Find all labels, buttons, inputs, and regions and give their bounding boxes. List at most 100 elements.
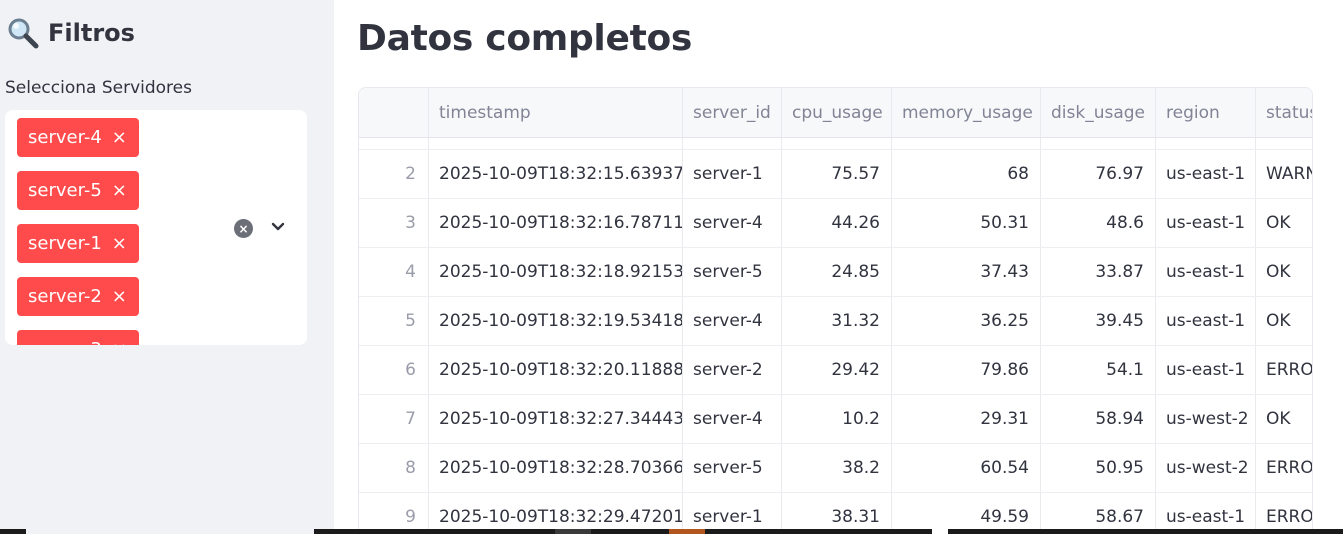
table-cell[interactable]: us-east-1 [1156, 493, 1256, 534]
table-cell[interactable]: 79.86 [892, 346, 1041, 394]
table-cell[interactable]: 29.31 [892, 395, 1041, 443]
table-row[interactable]: 3 2025-10-09T18:32:16.787117 server-4 44.26… [359, 199, 1312, 248]
table-cell[interactable]: server-5 [683, 248, 782, 296]
taskbar-strip [0, 529, 1343, 534]
table-cell[interactable]: server-1 [683, 493, 782, 534]
server-chip[interactable]: server-4 × [17, 118, 139, 157]
table-cell[interactable]: us-east-1 [1156, 199, 1256, 247]
table-cell[interactable]: 33.87 [1041, 248, 1156, 296]
data-table[interactable]: timestamp server_id cpu_usage memory_usage d… [358, 87, 1313, 534]
table-cell[interactable]: 39.45 [1041, 297, 1156, 345]
column-header-timestamp[interactable]: timestamp [429, 88, 683, 137]
table-cell[interactable]: 10.2 [782, 395, 892, 443]
column-header-region[interactable]: region [1156, 88, 1256, 137]
table-cell[interactable]: ERROR [1256, 493, 1312, 534]
table-cell[interactable]: 68 [892, 150, 1041, 198]
server-chip[interactable]: server-1 × [17, 224, 139, 263]
table-cell[interactable]: 29.42 [782, 346, 892, 394]
table-cell[interactable]: us-east-1 [1156, 248, 1256, 296]
table-cell[interactable]: 48.6 [1041, 199, 1156, 247]
table-cell[interactable]: 2025-10-09T18:32:20.118882 [429, 346, 683, 394]
table-cell[interactable]: server-4 [683, 297, 782, 345]
table-cell[interactable]: us-west-2 [1156, 395, 1256, 443]
table-cell[interactable]: 36.25 [892, 297, 1041, 345]
column-header-cpu-usage[interactable]: cpu_usage [782, 88, 892, 137]
table-cell[interactable]: 76.97 [1041, 150, 1156, 198]
server-chip-label: server-5 [28, 180, 102, 201]
column-header-status[interactable]: status [1256, 88, 1312, 137]
table-cell[interactable]: 44.26 [782, 199, 892, 247]
table-cell[interactable]: us-east-1 [1156, 346, 1256, 394]
table-cell[interactable]: 37.43 [892, 248, 1041, 296]
remove-chip-icon[interactable]: × [112, 340, 127, 345]
table-row[interactable]: 7 2025-10-09T18:32:27.344436 server-4 10.2 2… [359, 395, 1312, 444]
table-cell[interactable]: 5 [359, 297, 429, 345]
table-row[interactable]: 5 2025-10-09T18:32:19.534184 server-4 31.32… [359, 297, 1312, 346]
column-header-server-id[interactable]: server_id [683, 88, 782, 137]
table-cell[interactable]: 38.2 [782, 444, 892, 492]
table-cell[interactable]: 7 [359, 395, 429, 443]
table-row[interactable]: 9 2025-10-09T18:32:29.472018 server-1 38.31… [359, 493, 1312, 534]
table-cell[interactable]: OK [1256, 248, 1312, 296]
table-cell[interactable]: OK [1256, 297, 1312, 345]
sidebar: Filtros Selecciona Servidores server-4 × s… [0, 0, 334, 534]
table-cell[interactable]: 2025-10-09T18:32:15.639379 [429, 150, 683, 198]
server-chip[interactable]: server-5 × [17, 171, 139, 210]
table-cell [782, 138, 892, 149]
remove-chip-icon[interactable]: × [112, 287, 127, 306]
table-cell[interactable]: server-2 [683, 346, 782, 394]
table-cell[interactable]: 60.54 [892, 444, 1041, 492]
server-chip-label: server-1 [28, 233, 102, 254]
table-cell[interactable]: server-4 [683, 199, 782, 247]
table-cell[interactable]: 58.67 [1041, 493, 1156, 534]
table-cell[interactable]: server-5 [683, 444, 782, 492]
table-cell[interactable]: 6 [359, 346, 429, 394]
table-row[interactable]: 6 2025-10-09T18:32:20.118882 server-2 29.42… [359, 346, 1312, 395]
table-cell[interactable]: 58.94 [1041, 395, 1156, 443]
table-row[interactable]: 4 2025-10-09T18:32:18.921539 server-5 24.85… [359, 248, 1312, 297]
remove-chip-icon[interactable]: × [112, 128, 127, 147]
table-cell[interactable]: WARNING [1256, 150, 1312, 198]
table-cell[interactable]: 2025-10-09T18:32:29.472018 [429, 493, 683, 534]
table-cell[interactable]: 50.95 [1041, 444, 1156, 492]
table-cell[interactable]: server-1 [683, 150, 782, 198]
table-cell[interactable]: 3 [359, 199, 429, 247]
table-cell[interactable]: us-west-2 [1156, 444, 1256, 492]
table-cell[interactable]: 2025-10-09T18:32:18.921539 [429, 248, 683, 296]
column-header-memory-usage[interactable]: memory_usage [892, 88, 1041, 137]
table-cell[interactable]: 75.57 [782, 150, 892, 198]
table-cell[interactable]: 31.32 [782, 297, 892, 345]
table-cell[interactable]: OK [1256, 199, 1312, 247]
table-cell[interactable]: 24.85 [782, 248, 892, 296]
table-cell[interactable]: 2025-10-09T18:32:27.344436 [429, 395, 683, 443]
table-cell[interactable]: us-east-1 [1156, 150, 1256, 198]
column-header-disk-usage[interactable]: disk_usage [1041, 88, 1156, 137]
server-multiselect[interactable]: server-4×server-5×server-1×server-2×serv… [5, 110, 307, 345]
table-cell[interactable]: 38.31 [782, 493, 892, 534]
clear-selection-icon[interactable]: × [234, 219, 253, 238]
remove-chip-icon[interactable]: × [112, 181, 127, 200]
table-cell[interactable]: 2 [359, 150, 429, 198]
table-cell[interactable]: 4 [359, 248, 429, 296]
table-cell[interactable]: ERROR [1256, 444, 1312, 492]
table-cell[interactable]: OK [1256, 395, 1312, 443]
table-cell[interactable]: 50.31 [892, 199, 1041, 247]
table-cell[interactable]: server-4 [683, 395, 782, 443]
table-cell[interactable]: 54.1 [1041, 346, 1156, 394]
chevron-down-icon[interactable] [269, 218, 287, 236]
table-cell[interactable]: ERROR [1256, 346, 1312, 394]
table-cell[interactable]: 2025-10-09T18:32:28.703667 [429, 444, 683, 492]
server-chip[interactable]: server-2 × [17, 277, 139, 316]
server-chip[interactable]: server-3 × [17, 330, 139, 345]
table-cell[interactable]: us-east-1 [1156, 297, 1256, 345]
table-cell[interactable]: 49.59 [892, 493, 1041, 534]
table-cell[interactable]: 2025-10-09T18:32:16.787117 [429, 199, 683, 247]
table-cell[interactable]: 8 [359, 444, 429, 492]
table-cell[interactable]: 9 [359, 493, 429, 534]
remove-chip-icon[interactable]: × [112, 234, 127, 253]
table-cell [429, 138, 683, 149]
table-row[interactable]: 8 2025-10-09T18:32:28.703667 server-5 38.2 6… [359, 444, 1312, 493]
column-header-index[interactable] [359, 88, 429, 137]
table-row[interactable]: 2 2025-10-09T18:32:15.639379 server-1 75.57… [359, 150, 1312, 199]
table-cell[interactable]: 2025-10-09T18:32:19.534184 [429, 297, 683, 345]
